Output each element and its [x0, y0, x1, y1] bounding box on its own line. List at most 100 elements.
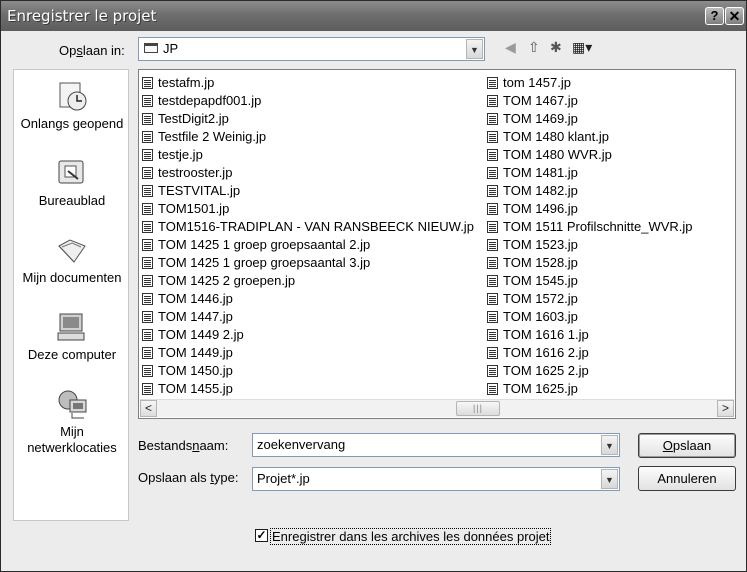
file-item[interactable]: TOM 1625 2.jp [485, 362, 693, 380]
places-bar: Onlangs geopend Bureaublad Mijn document… [13, 69, 129, 521]
file-item[interactable]: tom 1457.jp [485, 74, 693, 92]
file-item[interactable]: TOM 1572.jp [485, 290, 693, 308]
chevron-down-icon[interactable]: ▼ [601, 435, 618, 455]
file-icon [487, 203, 498, 215]
file-column-2: tom 1457.jp TOM 1467.jp TOM 1469.jp TOM … [485, 74, 693, 398]
cancel-button[interactable]: Annuleren [638, 466, 736, 491]
file-item[interactable]: TOM 1450.jp [140, 362, 474, 380]
archive-checkbox-label[interactable]: Enregistrer dans les archives les donnée… [270, 528, 552, 545]
file-item[interactable]: Testfile 2 Weinig.jp [140, 128, 474, 146]
file-item[interactable]: TOM 1528.jp [485, 254, 693, 272]
file-item[interactable]: TOM 1480 klant.jp [485, 128, 693, 146]
place-label-computer: Deze computer [27, 347, 117, 362]
file-icon [142, 329, 153, 341]
file-icon [142, 311, 153, 323]
file-item[interactable]: testje.jp [140, 146, 474, 164]
close-button[interactable]: ✕ [725, 7, 744, 25]
file-item[interactable]: TOM 1603.jp [485, 308, 693, 326]
my-documents-icon [56, 234, 88, 266]
scroll-right-button[interactable]: > [717, 400, 734, 417]
file-icon [142, 203, 153, 215]
scroll-thumb[interactable]: ||| [456, 401, 500, 416]
save-button[interactable]: Opslaan [638, 433, 736, 458]
file-item[interactable]: TOM 1545.jp [485, 272, 693, 290]
place-computer[interactable]: Deze computer [14, 311, 130, 363]
file-item[interactable]: TOM 1455.jp [140, 380, 474, 398]
filetype-value: Projet*.jp [257, 471, 310, 486]
file-item[interactable]: testafm.jp [140, 74, 474, 92]
file-icon [487, 131, 498, 143]
file-item[interactable]: TOM 1625.jp [485, 380, 693, 398]
file-icon [142, 293, 153, 305]
place-recent[interactable]: Onlangs geopend [14, 80, 130, 132]
file-icon [142, 239, 153, 251]
file-icon [487, 167, 498, 179]
file-icon [487, 113, 498, 125]
file-item[interactable]: TOM 1616 2.jp [485, 344, 693, 362]
file-icon [142, 365, 153, 377]
file-icon [487, 239, 498, 251]
file-icon [487, 275, 498, 287]
file-item[interactable]: TOM 1467.jp [485, 92, 693, 110]
new-folder-icon[interactable]: ✱ [550, 39, 562, 56]
save-in-label: Opslaan in: [59, 43, 125, 58]
file-list[interactable]: testafm.jp testdepapdf001.jp TestDigit2.… [138, 69, 736, 419]
recent-icon [56, 80, 88, 112]
chevron-down-icon[interactable]: ▼ [466, 39, 483, 59]
file-item[interactable]: TOM 1449.jp [140, 344, 474, 362]
file-icon [142, 383, 153, 395]
up-folder-icon[interactable]: ⇧ [528, 39, 540, 56]
file-item[interactable]: TOM 1469.jp [485, 110, 693, 128]
filetype-select[interactable]: Projet*.jp ▼ [252, 467, 620, 491]
file-icon [487, 149, 498, 161]
file-item[interactable]: TOM 1446.jp [140, 290, 474, 308]
file-icon [142, 131, 153, 143]
file-icon [487, 365, 498, 377]
file-icon [142, 257, 153, 269]
archive-checkbox[interactable]: ✓ [255, 529, 268, 542]
place-network[interactable]: Mijn netwerklocaties [14, 388, 130, 456]
file-item[interactable]: TOM 1523.jp [485, 236, 693, 254]
back-icon[interactable]: ◀ [505, 39, 516, 56]
file-item[interactable]: TOM 1425 2 groepen.jp [140, 272, 474, 290]
file-icon [487, 257, 498, 269]
file-item[interactable]: TOM 1496.jp [485, 200, 693, 218]
file-item[interactable]: TOM 1616 1.jp [485, 326, 693, 344]
file-item[interactable]: TOM 1511 Profilschnitte_WVR.jp [485, 218, 693, 236]
chevron-down-icon[interactable]: ▼ [601, 469, 618, 489]
file-item[interactable]: TOM 1447.jp [140, 308, 474, 326]
horizontal-scrollbar[interactable]: < ||| > [140, 399, 734, 417]
dialog-title: Enregistrer le projet [7, 7, 157, 25]
file-item[interactable]: testdepapdf001.jp [140, 92, 474, 110]
file-item[interactable]: TOM 1425 1 groep groepsaantal 2.jp [140, 236, 474, 254]
file-item[interactable]: testrooster.jp [140, 164, 474, 182]
file-icon [487, 95, 498, 107]
file-column-1: testafm.jp testdepapdf001.jp TestDigit2.… [140, 74, 474, 398]
file-item[interactable]: TOM 1480 WVR.jp [485, 146, 693, 164]
views-menu-icon[interactable]: ▦▾ [572, 39, 592, 56]
file-item[interactable]: TOM 1425 1 groep groepsaantal 3.jp [140, 254, 474, 272]
file-item[interactable]: TestDigit2.jp [140, 110, 474, 128]
file-item[interactable]: TESTVITAL.jp [140, 182, 474, 200]
file-icon [142, 347, 153, 359]
filename-label: Bestandsnaam: [138, 438, 229, 453]
file-item[interactable]: TOM1516-TRADIPLAN - VAN RANSBEECK NIEUW.… [140, 218, 474, 236]
save-in-value: JP [163, 41, 179, 56]
file-icon [142, 77, 153, 89]
file-item[interactable]: TOM 1449 2.jp [140, 326, 474, 344]
place-documents[interactable]: Mijn documenten [14, 234, 130, 286]
file-item[interactable]: TOM 1482.jp [485, 182, 693, 200]
filename-value: zoekenvervang [257, 437, 346, 452]
file-icon [142, 113, 153, 125]
save-in-combo[interactable]: JP ▼ [138, 37, 485, 61]
filetype-label: Opslaan als type: [138, 470, 239, 485]
file-item[interactable]: TOM1501.jp [140, 200, 474, 218]
file-icon [142, 221, 153, 233]
help-button[interactable]: ? [705, 7, 724, 25]
my-computer-icon [56, 311, 88, 343]
file-icon [487, 329, 498, 341]
place-desktop[interactable]: Bureaublad [14, 157, 130, 209]
filename-input[interactable]: zoekenvervang ▼ [252, 433, 620, 457]
scroll-left-button[interactable]: < [140, 400, 157, 417]
file-item[interactable]: TOM 1481.jp [485, 164, 693, 182]
